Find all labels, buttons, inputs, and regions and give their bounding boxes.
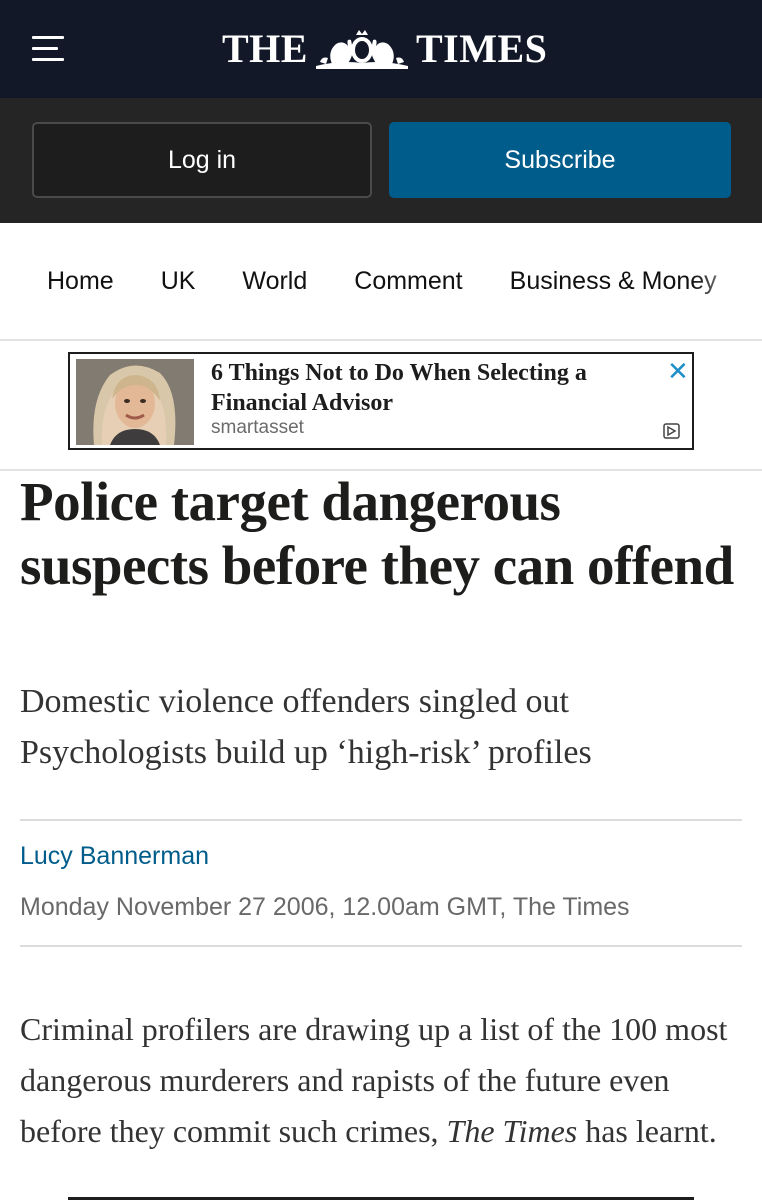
logo-word-times: TIMES — [415, 26, 548, 71]
login-button[interactable]: Log in — [32, 122, 372, 198]
ad-title[interactable]: 6 Things Not to Do When Selecting a Fina… — [211, 358, 651, 418]
nav-item-business-money[interactable]: Business & Money — [510, 267, 717, 296]
byline-divider-top — [20, 819, 742, 821]
article-body-paragraph: Criminal profilers are drawing up a list… — [20, 1004, 742, 1157]
nav-item-uk[interactable]: UK — [161, 267, 196, 296]
nav-item-world[interactable]: World — [242, 267, 307, 296]
adchoices-icon[interactable] — [663, 422, 681, 440]
body-paper-name: The Times — [446, 1113, 578, 1149]
nav-item-home[interactable]: Home — [47, 267, 114, 296]
standfirst-line: Psychologists build up ‘high-risk’ profi… — [20, 734, 592, 771]
section-nav: Home UK World Comment Business & Money — [0, 223, 762, 341]
author-link[interactable]: Lucy Bannerman — [20, 842, 209, 871]
body-tail-text: has learnt. — [577, 1113, 717, 1149]
section-nav-list: Home UK World Comment Business & Money — [47, 223, 762, 339]
ad-banner[interactable]: 6 Things Not to Do When Selecting a Fina… — [68, 352, 694, 450]
ad-thumbnail[interactable] — [76, 359, 194, 445]
masthead: THE TIMES — [0, 0, 762, 98]
subscribe-button[interactable]: Subscribe — [389, 122, 731, 198]
standfirst-line: Domestic violence offenders singled out — [20, 683, 569, 720]
auth-bar: Log in Subscribe — [0, 98, 762, 223]
article-headline: Police target dangerous suspects before … — [20, 471, 734, 596]
ad-thumbnail-portrait — [76, 359, 194, 445]
nav-item-comment[interactable]: Comment — [354, 267, 462, 296]
ad-source: smartasset — [211, 417, 304, 438]
nav-scroll-fade — [692, 223, 762, 339]
royal-crest-icon — [315, 30, 408, 69]
the-times-logo[interactable]: THE TIMES — [222, 26, 547, 72]
logo-word-the: THE — [222, 26, 308, 71]
byline-divider-bottom — [20, 945, 742, 947]
article-standfirst: Domestic violence offenders singled out … — [20, 676, 740, 778]
article-dateline: Monday November 27 2006, 12.00am GMT, Th… — [20, 893, 630, 921]
close-icon[interactable]: ✕ — [667, 358, 689, 384]
hamburger-menu-icon[interactable] — [32, 36, 66, 62]
